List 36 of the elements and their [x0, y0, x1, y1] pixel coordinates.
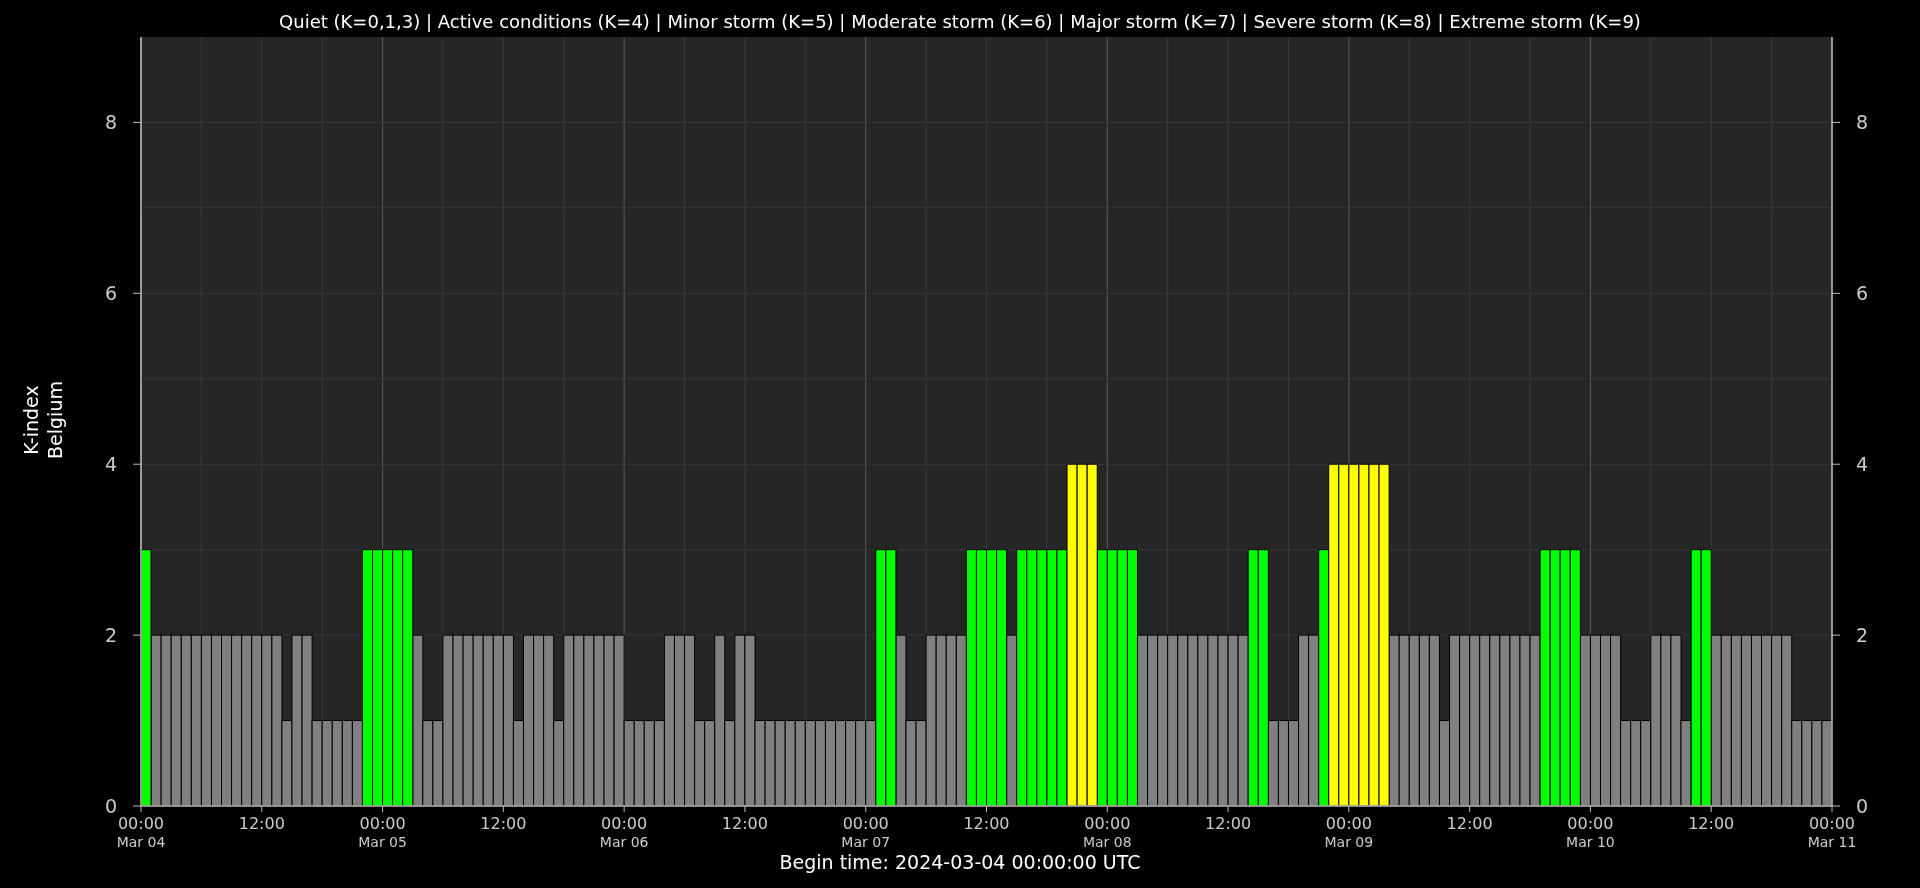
y-tick-label: 8 [1856, 111, 1869, 134]
x-tick-date-label: Mar 07 [841, 834, 891, 850]
x-tick-date-label: Mar 04 [116, 834, 166, 850]
x-tick-date-label: Mar 05 [358, 834, 407, 850]
x-tick-label: 12:00 [1446, 814, 1493, 833]
x-tick-label: 00:00 [601, 814, 648, 833]
x-tick-label: 12:00 [721, 814, 768, 833]
x-tick-date-label: Mar 08 [1082, 834, 1132, 850]
x-tick-date-label: Mar 06 [599, 834, 649, 850]
chart-title: Quiet (K=0,1,3) | Active conditions (K=4) | Minor storm (K=5) | Moderate storm (K=6) | Major storm (K=7) | Severe storm (K=8) | Extreme storm (K=9) [279, 11, 1641, 32]
x-tick-label: 12:00 [238, 814, 285, 833]
y-tick-label: 2 [1856, 624, 1869, 647]
x-tick-label: 12:00 [963, 814, 1010, 833]
y-axis-label: K-index Belgium [20, 381, 66, 459]
y-tick-label: 0 [1856, 795, 1869, 817]
x-tick-label: 00:00 [117, 814, 165, 833]
x-tick-label: 00:00 [359, 814, 406, 833]
x-tick-label: 00:00 [1325, 814, 1372, 833]
x-tick-label: 12:00 [480, 814, 527, 833]
x-tick-label: 00:00 [842, 814, 889, 833]
x-tick-label: 00:00 [1808, 814, 1856, 833]
x-tick-date-label: Mar 11 [1807, 834, 1857, 850]
x-tick-date-label: Mar 09 [1324, 834, 1374, 850]
x-axis-label: Begin time: 2024-03-04 00:00:00 UTC [779, 851, 1141, 873]
x-tick-label: 12:00 [1688, 814, 1735, 833]
y-tick-label: 4 [104, 453, 117, 476]
x-tick-label: 00:00 [1084, 814, 1131, 833]
y-tick-label: 6 [1856, 282, 1869, 305]
x-tick-label: 00:00 [1567, 814, 1614, 833]
y-tick-label: 6 [104, 282, 117, 305]
y-tick-label: 8 [104, 111, 117, 134]
x-tick-label: 12:00 [1205, 814, 1252, 833]
y-tick-label: 2 [104, 624, 117, 647]
y-tick-label: 4 [1856, 453, 1869, 476]
y-tick-label: 0 [104, 795, 117, 817]
x-tick-date-label: Mar 10 [1566, 834, 1615, 850]
